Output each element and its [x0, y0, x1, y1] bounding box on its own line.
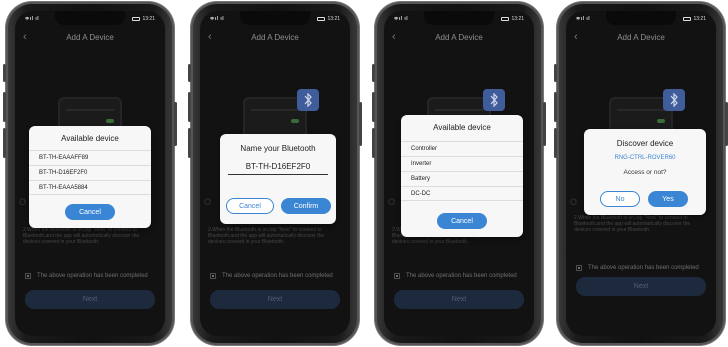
phone-side-button	[3, 92, 6, 122]
status-time: 13:21	[693, 16, 706, 22]
phone-side-button	[3, 64, 6, 82]
dialog-title: Available device	[61, 134, 119, 143]
access-question: Access or not?	[623, 169, 667, 176]
cancel-button[interactable]: Cancel	[437, 213, 487, 229]
status-bar: ≑ıl ıl 13:21	[210, 14, 340, 24]
phone-side-button	[372, 128, 375, 158]
phone-side-button	[3, 128, 6, 158]
phone-screen: ≑ıl ıl 13:21 ‹ Add A Device O 2.When the…	[200, 11, 350, 336]
list-item[interactable]: Inverter	[401, 156, 523, 171]
discovered-device-name: RNG-CTRL-ROVER60	[614, 155, 676, 161]
phone-screen: ≑ıl ıl 13:21 ‹ Add A Device O 2.When the…	[384, 11, 534, 336]
phone-screen: ≑ıl ıl 13:21 ‹ Add A Device O 2.When the…	[566, 11, 716, 336]
phone-side-button	[554, 64, 557, 82]
phone-side-button	[188, 64, 191, 82]
cancel-button[interactable]: Cancel	[65, 204, 115, 220]
phone-side-button	[359, 102, 362, 146]
phone-side-button	[372, 64, 375, 82]
bluetooth-name-input[interactable]: BT-TH-D16EF2F0	[228, 162, 328, 175]
no-button[interactable]: No	[600, 191, 640, 207]
phone-side-button	[188, 128, 191, 158]
status-time: 13:21	[142, 16, 155, 22]
device-type-list: Controller Inverter Battery DC-DC	[401, 141, 523, 201]
phone-1: ≑ıl ıl 13:21 ‹ Add A Device O 2.When the…	[3, 2, 177, 345]
battery-icon	[317, 17, 326, 21]
device-list: BT-TH-EAAAFF89 BT-TH-D16EF2F0 BT-TH-EAAA…	[29, 150, 151, 195]
stage: ≑ıl ıl 13:21 ‹ Add A Device O 2.When the…	[0, 0, 728, 347]
name-bluetooth-dialog: Name your Bluetooth BT-TH-D16EF2F0 Cance…	[220, 134, 336, 224]
dialog-title: Name your Bluetooth	[240, 144, 316, 153]
confirm-button[interactable]: Confirm	[281, 198, 331, 214]
signal-icon: ≑ıl ıl	[210, 16, 225, 22]
phone-side-button	[174, 102, 177, 146]
available-device-type-dialog: Available device Controller Inverter Bat…	[401, 115, 523, 237]
signal-icon: ≑ıl ıl	[394, 16, 409, 22]
list-item[interactable]: BT-TH-EAAA5884	[29, 180, 151, 195]
list-item[interactable]: DC-DC	[401, 186, 523, 201]
discover-device-dialog: Discover device RNG-CTRL-ROVER60 Access …	[584, 129, 706, 215]
battery-icon	[683, 17, 692, 21]
phone-screen: ≑ıl ıl 13:21 ‹ Add A Device O 2.When the…	[15, 11, 165, 336]
bluetooth-icon	[483, 89, 505, 111]
status-time: 13:21	[511, 16, 524, 22]
dialog-title: Discover device	[616, 139, 674, 148]
list-item[interactable]: BT-TH-EAAAFF89	[29, 150, 151, 165]
status-bar: ≑ıl ıl 13:21	[25, 14, 155, 24]
status-bar: ≑ıl ıl 13:21	[576, 14, 706, 24]
dialog-title: Available device	[433, 123, 491, 132]
phone-4: ≑ıl ıl 13:21 ‹ Add A Device O 2.When the…	[554, 2, 728, 345]
phone-3: ≑ıl ıl 13:21 ‹ Add A Device O 2.When the…	[372, 2, 546, 345]
bluetooth-icon	[297, 89, 319, 111]
phone-side-button	[554, 128, 557, 158]
battery-icon	[501, 17, 510, 21]
list-item[interactable]: BT-TH-D16EF2F0	[29, 165, 151, 180]
battery-icon	[132, 17, 141, 21]
phone-side-button	[543, 102, 546, 146]
signal-icon: ≑ıl ıl	[576, 16, 591, 22]
phone-2: ≑ıl ıl 13:21 ‹ Add A Device O 2.When the…	[188, 2, 362, 345]
list-item[interactable]: Controller	[401, 141, 523, 156]
phone-side-button	[554, 92, 557, 122]
cancel-button[interactable]: Cancel	[226, 198, 274, 214]
bluetooth-icon	[663, 89, 685, 111]
phone-side-button	[372, 92, 375, 122]
status-bar: ≑ıl ıl 13:21	[394, 14, 524, 24]
signal-icon: ≑ıl ıl	[25, 16, 40, 22]
list-item[interactable]: Battery	[401, 171, 523, 186]
yes-button[interactable]: Yes	[648, 191, 688, 207]
status-time: 13:21	[327, 16, 340, 22]
phone-side-button	[188, 92, 191, 122]
available-device-dialog: Available device BT-TH-EAAAFF89 BT-TH-D1…	[29, 126, 151, 228]
